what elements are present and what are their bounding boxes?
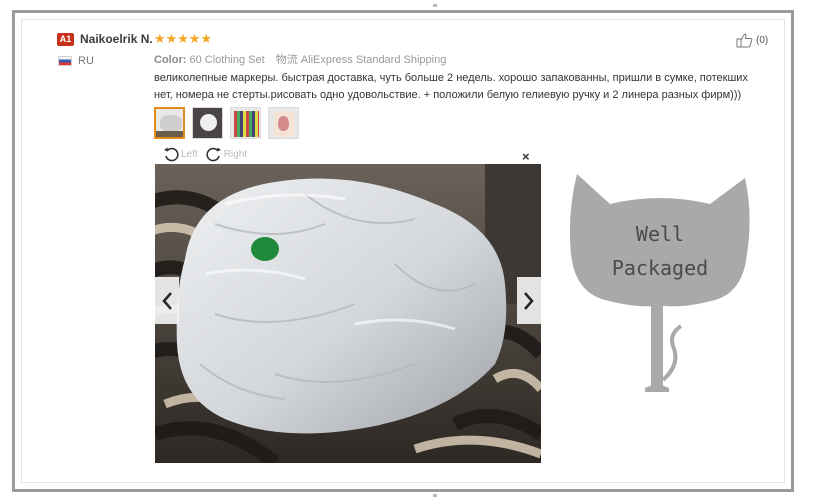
thumbnail-box[interactable] <box>192 107 223 139</box>
star-icon: ★ <box>200 31 213 46</box>
star-icon: ★ <box>165 31 178 46</box>
photo-thumbnails <box>154 107 299 139</box>
star-rating: ★★★★★ <box>154 31 212 47</box>
package-photo-image <box>155 164 541 463</box>
previous-photo-button[interactable] <box>155 277 179 324</box>
logistics-value: AliExpress Standard Shipping <box>300 54 447 66</box>
star-icon: ★ <box>188 31 201 46</box>
thumbnail-package[interactable] <box>154 107 185 139</box>
star-icon: ★ <box>154 31 166 46</box>
frame-bottom-marker <box>433 494 437 497</box>
reviewer-name: Naikoelrik N. <box>80 32 153 46</box>
russia-flag-icon <box>58 56 72 66</box>
review-text: великолепные маркеры. быстрая доставка, … <box>154 72 748 101</box>
thumbnail-markers[interactable] <box>230 107 261 139</box>
rotate-right-label: Right <box>223 148 248 160</box>
cat-silhouette-icon <box>569 174 750 392</box>
rotate-left-icon <box>164 147 179 162</box>
rotate-left-button[interactable]: Left <box>163 146 198 162</box>
thumbnail-drawing[interactable] <box>268 107 299 139</box>
overlay-text-line1: Well <box>635 222 685 246</box>
color-label: Color: <box>154 54 187 66</box>
rotate-right-button[interactable]: Right <box>206 146 247 162</box>
chevron-right-icon <box>524 291 534 310</box>
helpful-count: (0) <box>756 35 769 46</box>
star-icon: ★ <box>177 31 189 46</box>
order-info: Color: 60 Clothing Set 物流 AliExpress Sta… <box>154 51 446 67</box>
rotate-left-label: Left <box>181 148 198 160</box>
next-photo-button[interactable] <box>517 277 541 324</box>
color-value: 60 Clothing Set <box>189 54 265 66</box>
overlay-text-line2: Packaged <box>611 256 709 280</box>
reviewer-country: RU <box>78 55 94 67</box>
thumbs-up-icon <box>736 33 753 48</box>
close-viewer-button[interactable]: × <box>522 150 530 163</box>
review-photo <box>155 164 541 463</box>
member-level-badge: A1 <box>57 33 74 46</box>
rotate-right-icon <box>206 147 221 162</box>
chevron-left-icon <box>162 291 172 310</box>
frame-top-marker <box>433 4 437 7</box>
logistics-label: 物流 <box>275 54 298 66</box>
helpful-button[interactable]: (0) <box>736 33 768 48</box>
rotate-controls: Left Right <box>163 146 255 162</box>
